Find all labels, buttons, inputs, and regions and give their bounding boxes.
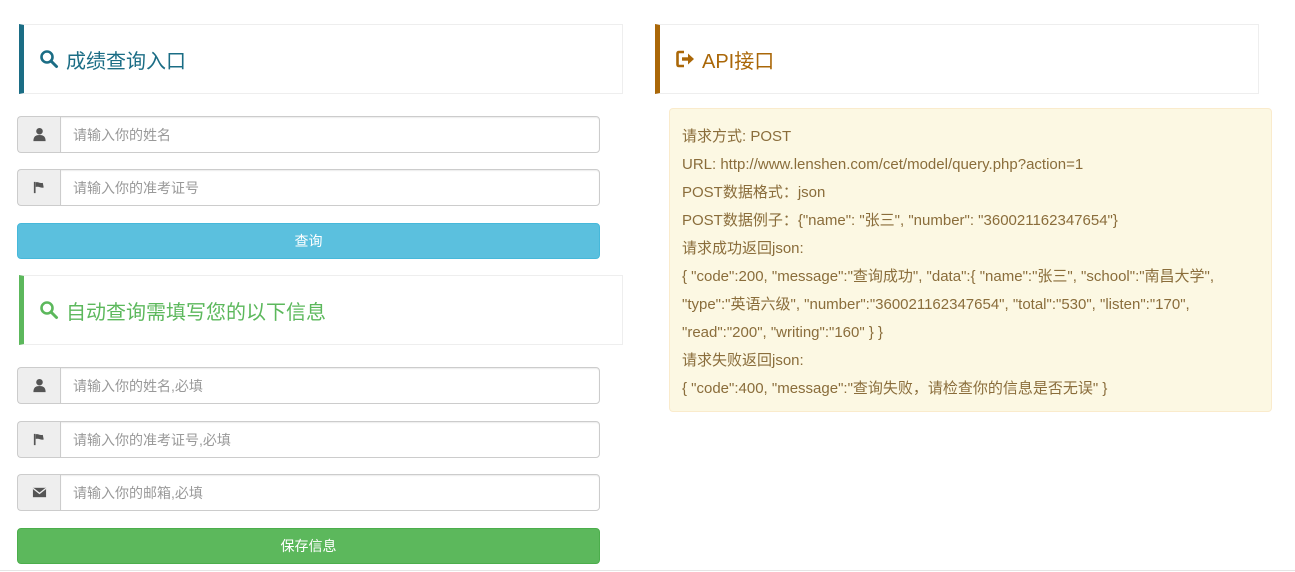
search-icon bbox=[38, 48, 60, 70]
api-info-line: POST数据例子：{"name": "张三", "number": "36002… bbox=[682, 212, 1118, 229]
auto-name-group bbox=[17, 367, 600, 404]
api-info-line: 请求失败返回json: bbox=[682, 352, 804, 369]
user-icon bbox=[17, 367, 60, 404]
api-info-box: 请求方式: POST URL: http://www.lenshen.com/c… bbox=[669, 108, 1272, 412]
user-icon bbox=[17, 116, 60, 153]
save-info-button[interactable]: 保存信息 bbox=[17, 528, 600, 564]
api-info-line: "type":"英语六级", "number":"360021162347654… bbox=[682, 296, 1190, 313]
query-number-input[interactable] bbox=[60, 169, 600, 206]
query-button[interactable]: 查询 bbox=[17, 223, 600, 259]
query-panel-header: 成绩查询入口 bbox=[19, 24, 623, 94]
search-icon bbox=[38, 299, 60, 321]
flag-icon bbox=[17, 421, 60, 458]
api-panel-title: API接口 bbox=[702, 50, 775, 73]
query-name-input[interactable] bbox=[60, 116, 600, 153]
auto-panel-header: 自动查询需填写您的以下信息 bbox=[19, 275, 623, 345]
api-info-line: POST数据格式：json bbox=[682, 184, 826, 201]
api-info-line: 请求方式: POST bbox=[682, 128, 792, 145]
envelope-icon bbox=[17, 474, 60, 511]
query-number-group bbox=[17, 169, 600, 206]
auto-number-input[interactable] bbox=[60, 421, 600, 458]
query-name-group bbox=[17, 116, 600, 153]
auto-email-group bbox=[17, 474, 600, 511]
auto-number-group bbox=[17, 421, 600, 458]
auto-panel-title: 自动查询需填写您的以下信息 bbox=[66, 301, 326, 324]
auto-name-input[interactable] bbox=[60, 367, 600, 404]
api-info-line: "read":"200", "writing":"160" } } bbox=[682, 324, 884, 341]
auto-email-input[interactable] bbox=[60, 474, 600, 511]
api-info-line: { "code":400, "message":"查询失败，请检查你的信息是否无… bbox=[682, 380, 1108, 397]
query-panel-title: 成绩查询入口 bbox=[66, 50, 186, 73]
api-info-line: 请求成功返回json: bbox=[682, 240, 804, 257]
bottom-divider bbox=[0, 570, 1295, 571]
api-info-line: URL: http://www.lenshen.com/cet/model/qu… bbox=[682, 156, 1084, 173]
flag-icon bbox=[17, 169, 60, 206]
api-panel-header: API接口 bbox=[655, 24, 1259, 94]
sign-out-icon bbox=[674, 48, 696, 70]
api-info-line: { "code":200, "message":"查询成功", "data":{… bbox=[682, 268, 1215, 285]
